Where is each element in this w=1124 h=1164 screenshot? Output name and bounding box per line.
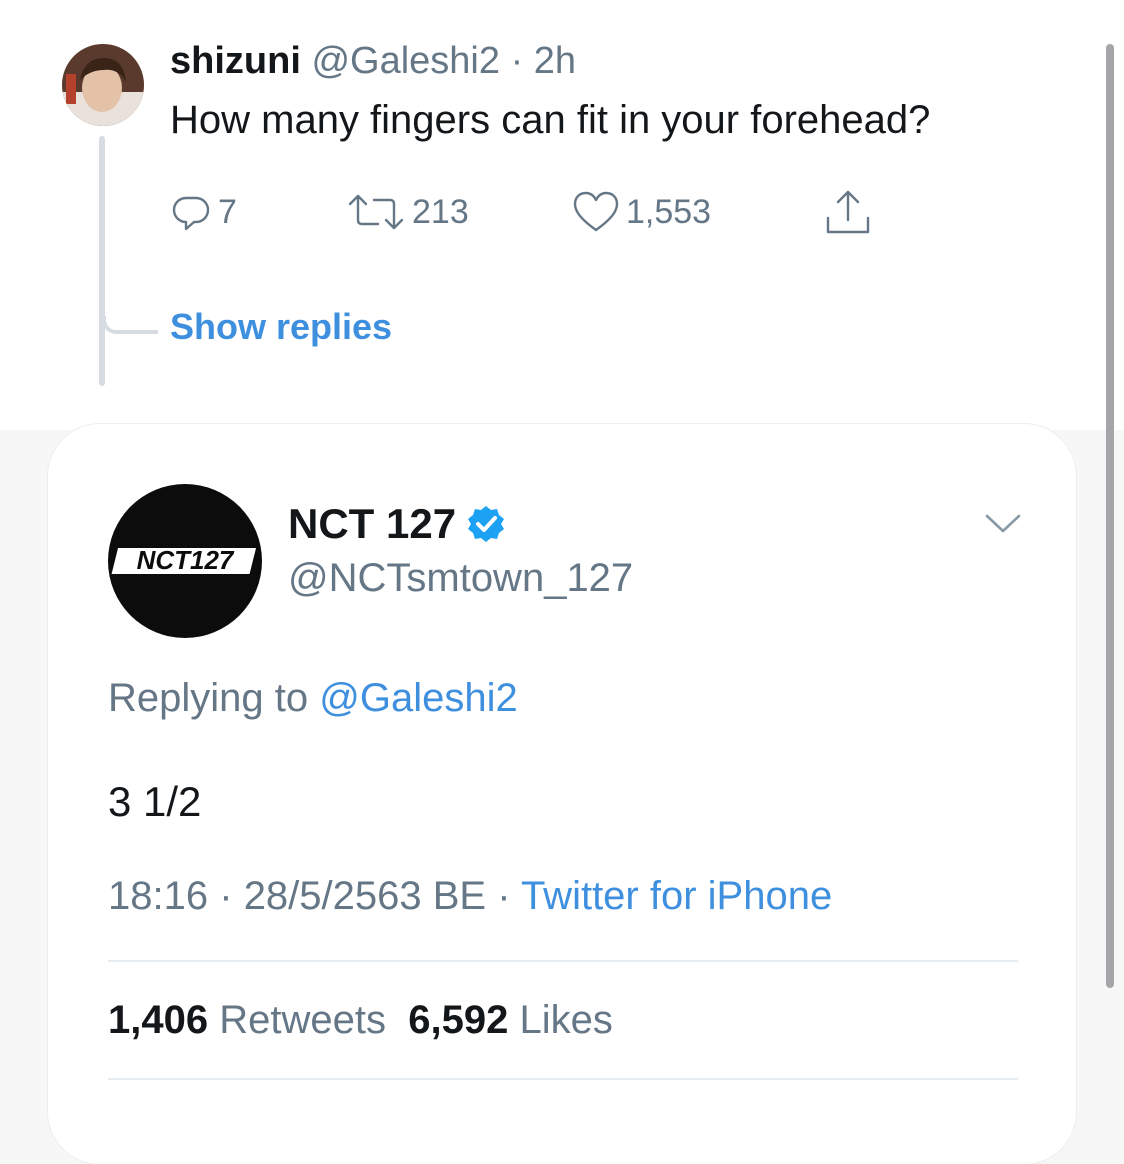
tweet-header: shizuni @Galeshi2 · 2h bbox=[170, 40, 576, 83]
logo-text: NCT127 bbox=[137, 545, 235, 575]
show-replies-link[interactable]: Show replies bbox=[170, 306, 392, 348]
reply-author-name[interactable]: NCT 127 bbox=[288, 500, 506, 548]
tweet-date: 28/5/2563 BE bbox=[243, 874, 487, 918]
likes-label: Likes bbox=[519, 998, 613, 1042]
header-separator: · bbox=[510, 40, 524, 82]
chevron-down-icon bbox=[985, 514, 1021, 533]
tweet-stats: 1,406 Retweets 6,592 Likes bbox=[108, 998, 613, 1043]
reply-author-handle[interactable]: @NCTsmtown_127 bbox=[288, 556, 633, 601]
replying-label: Replying to bbox=[108, 676, 309, 720]
nct127-logo: NCT127 bbox=[111, 545, 257, 575]
reply-icon bbox=[172, 196, 210, 231]
retweet-button[interactable]: 213 bbox=[346, 190, 469, 234]
reply-author-name-text: NCT 127 bbox=[288, 500, 457, 547]
shizuni-avatar[interactable] bbox=[62, 44, 144, 126]
share-icon bbox=[826, 190, 870, 234]
reply-count: 7 bbox=[218, 192, 237, 231]
share-button[interactable] bbox=[824, 190, 872, 234]
retweets-label: Retweets bbox=[219, 998, 386, 1042]
tweet-options-button[interactable] bbox=[984, 512, 1022, 541]
replying-mention-link[interactable]: @Galeshi2 bbox=[319, 676, 517, 720]
tweet-timestamp: 18:16 bbox=[108, 874, 209, 918]
divider bbox=[108, 960, 1018, 962]
retweet-count: 213 bbox=[412, 192, 469, 231]
nct127-avatar[interactable]: NCT127 bbox=[108, 484, 262, 638]
like-icon bbox=[573, 191, 619, 232]
meta-separator-2: · bbox=[497, 874, 511, 918]
author-handle[interactable]: @Galeshi2 bbox=[311, 40, 500, 82]
tweet-meta: 18:16 · 28/5/2563 BE · Twitter for iPhon… bbox=[108, 874, 832, 919]
tweet-time[interactable]: 2h bbox=[534, 40, 576, 82]
reply-text: 3 1/2 bbox=[108, 778, 202, 825]
avatar-photo bbox=[62, 44, 144, 126]
tweet-source-link[interactable]: Twitter for iPhone bbox=[521, 874, 832, 918]
author-name[interactable]: shizuni bbox=[170, 40, 301, 82]
divider-bottom bbox=[108, 1078, 1018, 1080]
thread-connector bbox=[102, 316, 158, 334]
meta-separator: · bbox=[219, 874, 233, 918]
scrollbar[interactable] bbox=[1106, 44, 1114, 988]
retweets-stat[interactable]: 1,406 Retweets bbox=[108, 998, 386, 1042]
retweets-total: 1,406 bbox=[108, 998, 209, 1042]
tweet-text: How many fingers can fit in your forehea… bbox=[170, 98, 931, 142]
reply-button[interactable]: 7 bbox=[172, 190, 237, 234]
likes-stat[interactable]: 6,592 Likes bbox=[408, 998, 613, 1042]
retweet-icon bbox=[348, 194, 404, 230]
likes-total: 6,592 bbox=[408, 998, 509, 1042]
like-count: 1,553 bbox=[626, 192, 712, 231]
verified-badge-icon bbox=[468, 506, 505, 542]
replying-to: Replying to @Galeshi2 bbox=[108, 676, 518, 721]
thread-line bbox=[99, 136, 105, 386]
like-button[interactable]: 1,553 bbox=[572, 190, 711, 234]
